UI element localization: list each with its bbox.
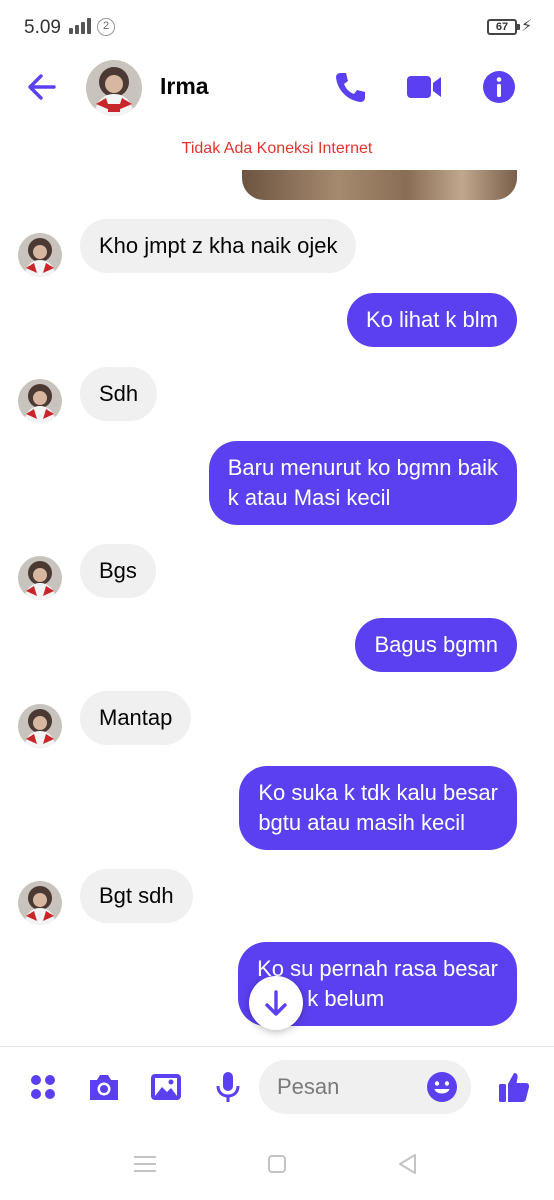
status-time: 5.09 <box>24 17 61 38</box>
outgoing-message[interactable]: Bagus bgmn <box>355 618 517 672</box>
back-arrow-icon[interactable] <box>24 69 60 105</box>
emoji-icon[interactable] <box>426 1071 458 1103</box>
incoming-message[interactable]: Bgt sdh <box>80 869 193 923</box>
video-camera-icon[interactable] <box>405 68 443 106</box>
avatar[interactable] <box>18 881 62 925</box>
signal-icon <box>69 18 91 34</box>
system-nav-bar <box>0 1128 554 1200</box>
back-icon[interactable] <box>394 1150 422 1178</box>
gallery-icon[interactable] <box>148 1069 184 1105</box>
chat-header: Irma <box>0 56 554 118</box>
microphone-icon[interactable] <box>210 1069 246 1105</box>
home-icon[interactable] <box>263 1150 291 1178</box>
avatar[interactable] <box>18 379 62 423</box>
battery-icon: 67 <box>487 19 520 35</box>
info-icon[interactable] <box>480 68 518 106</box>
avatar[interactable] <box>86 60 142 116</box>
avatar[interactable] <box>18 233 62 277</box>
incoming-message[interactable]: Bgs <box>80 544 156 598</box>
incoming-message[interactable]: Sdh <box>80 367 158 421</box>
arrow-down-icon <box>265 990 287 1016</box>
message-placeholder: Pesan <box>277 1074 340 1099</box>
shared-photo[interactable] <box>242 170 517 200</box>
status-bar: 5.09 2 67 ⚡ <box>0 0 554 56</box>
avatar[interactable] <box>18 704 62 748</box>
incoming-message[interactable]: Kho jmpt z kha naik ojek <box>80 219 357 273</box>
contact-name[interactable]: Irma <box>160 73 209 100</box>
camera-icon[interactable] <box>86 1069 122 1105</box>
outgoing-message[interactable]: Ko suka k tdk kalu besar bgtu atau masih… <box>239 766 517 850</box>
offline-banner: Tidak Ada Koneksi Internet <box>181 140 373 157</box>
message-composer: Pesan <box>0 1046 554 1128</box>
charging-icon: ⚡ <box>521 18 533 35</box>
sim-badge: 2 <box>97 18 115 36</box>
scroll-to-bottom-button[interactable] <box>249 976 303 1030</box>
message-input[interactable]: Pesan <box>259 1060 471 1114</box>
incoming-message[interactable]: Mantap <box>80 691 192 745</box>
outgoing-message[interactable]: Baru menurut ko bgmn baik k atau Masi ke… <box>208 441 517 525</box>
recent-apps-icon[interactable] <box>131 1150 159 1178</box>
phone-icon[interactable] <box>331 68 369 106</box>
avatar[interactable] <box>18 556 62 600</box>
outgoing-message[interactable]: Ko lihat k blm <box>346 293 517 347</box>
thumbs-up-icon[interactable] <box>496 1069 532 1105</box>
menu-dots-icon[interactable] <box>25 1069 61 1105</box>
